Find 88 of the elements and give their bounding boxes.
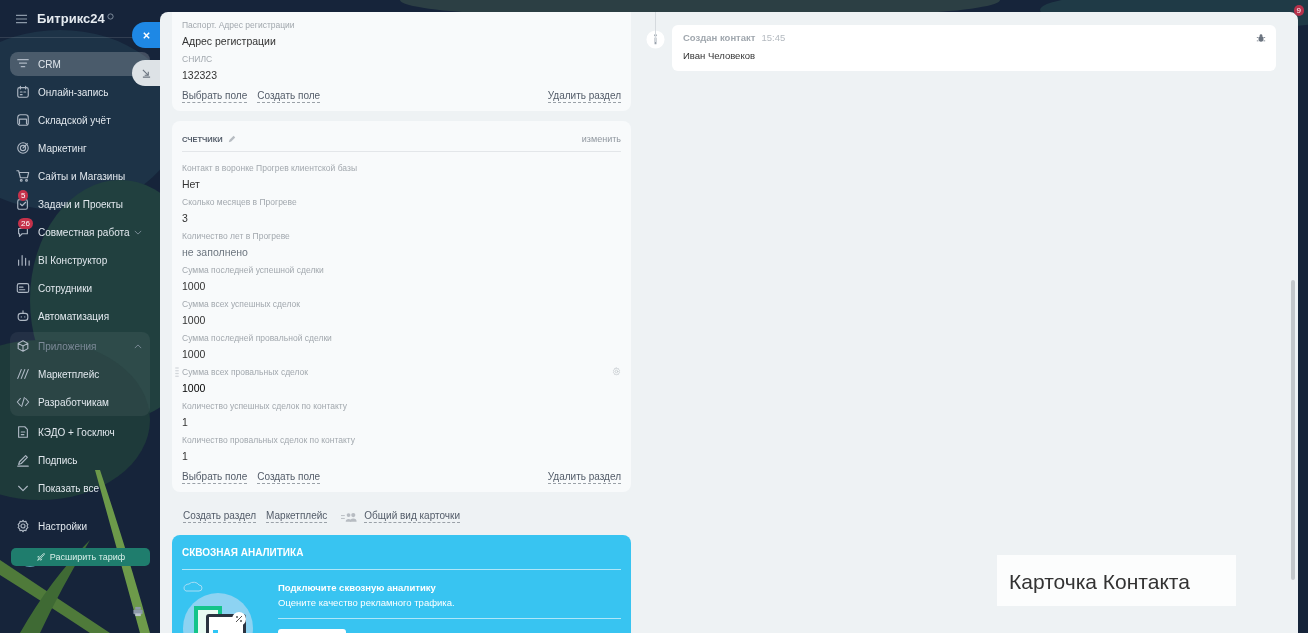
robot-icon (16, 309, 30, 323)
field-label: Паспорт. Адрес регистрации (182, 19, 295, 31)
link[interactable]: Выбрать поле (182, 89, 248, 103)
field-value: 132323 (182, 68, 219, 83)
link[interactable]: Создать раздел (183, 510, 257, 523)
field-value: Нет (182, 177, 201, 192)
field-label: Сколько месяцев в Прогреве (182, 196, 297, 208)
menu-item[interactable]: Подпись (10, 446, 150, 474)
field-value: не заполнено (182, 245, 249, 260)
banner-text: Оцените качество рекламного трафика. (278, 597, 456, 608)
event-time: 15:45 (761, 32, 786, 43)
menu-item[interactable]: Настройки (10, 512, 150, 540)
checkbox-icon (16, 197, 30, 211)
stripes-icon (16, 367, 30, 381)
people-icon (341, 511, 359, 522)
field-value: 1 (182, 415, 189, 430)
field-label: Сумма всех успешных сделок (182, 298, 301, 310)
chat-icon (16, 225, 30, 239)
field-value: 1000 (182, 381, 207, 396)
calendar-icon (16, 85, 30, 99)
field-value: 1000 (182, 279, 207, 294)
notification-badge: 5 (18, 190, 29, 201)
arrow-down-right-icon (141, 68, 151, 78)
code-icon (16, 395, 30, 409)
menu-item[interactable]: Сайты и Магазины (10, 162, 150, 190)
field-label: Количество лет в Прогреве (182, 230, 290, 242)
link[interactable]: Создать поле (257, 470, 321, 484)
menu-item[interactable]: CRM (10, 52, 150, 76)
minimize-button[interactable] (132, 60, 160, 86)
field-value: 3 (182, 211, 189, 226)
field-label: СНИЛС (182, 53, 213, 65)
close-icon (141, 30, 151, 40)
menu-item[interactable]: КЭДО + Госключ (10, 418, 150, 446)
link[interactable]: Маркетплейс (266, 510, 328, 523)
bar-chart-icon (16, 253, 30, 267)
document-icon (16, 425, 30, 439)
menu-item[interactable]: Показать все (10, 474, 150, 502)
event-title: Создан контакт (683, 32, 756, 43)
field-label: Сумма всех провальных сделок (182, 366, 309, 378)
menu-item[interactable]: 5 Задачи и Проекты (10, 190, 150, 218)
menu-item[interactable]: Сотрудники (10, 274, 150, 302)
menu-item[interactable]: BI Конструктор (10, 246, 150, 274)
logo[interactable]: Битрикс24 (37, 11, 105, 26)
id-card-icon (16, 281, 30, 295)
link[interactable]: Выбрать поле (182, 470, 248, 484)
info-icon (646, 30, 665, 49)
link[interactable]: Общий вид карточки (364, 510, 460, 523)
menu-item[interactable]: Автоматизация (10, 302, 150, 330)
target-icon (16, 141, 30, 155)
chevron-up-icon (134, 343, 142, 349)
upgrade-button[interactable]: Расширить тариф (11, 548, 150, 566)
menu-icon[interactable] (16, 13, 27, 24)
menu-item[interactable]: Складской учёт (10, 106, 150, 134)
menu-item[interactable]: Маркетинг (10, 134, 150, 162)
field-value: 1 (182, 449, 189, 464)
chevron-down-icon (134, 229, 142, 235)
caption: Карточка Контакта (997, 555, 1236, 606)
cube-icon (16, 339, 30, 353)
pen-icon (16, 453, 30, 467)
event-text: Иван Человеков (683, 50, 756, 61)
menu-item[interactable]: 26 Совместная работа (10, 218, 150, 246)
menu-item[interactable]: Разработчикам (10, 388, 150, 416)
link[interactable]: Удалить раздел (547, 470, 621, 484)
pencil-icon[interactable] (227, 135, 236, 143)
banner-title: СКВОЗНАЯ АНАЛИТИКА (182, 535, 621, 570)
field-value: 1000 (182, 347, 207, 362)
notification-badge: 9 (1293, 5, 1304, 16)
menu-item[interactable]: Маркетплейс (10, 360, 150, 388)
storage-icon (16, 113, 30, 127)
cart-icon (16, 169, 30, 183)
field-label: Количество провальных сделок по контакту (182, 434, 356, 446)
field-label: Контакт в воронке Прогрев клиентской базы (182, 162, 357, 174)
printer-icon (132, 606, 144, 617)
link[interactable]: Удалить раздел (547, 89, 621, 103)
settings-icon[interactable] (612, 367, 621, 376)
banner-heading: Подключите сквозную аналитику (278, 582, 437, 593)
scrollbar[interactable] (1291, 280, 1295, 580)
field-label: Сумма последней провальной сделки (182, 332, 332, 344)
close-button[interactable] (132, 22, 160, 48)
field-value: Адрес регистрации (182, 34, 277, 49)
field-label: Сумма последней успешной сделки (182, 264, 324, 276)
link[interactable]: Создать поле (257, 89, 321, 103)
field-value: 1000 (182, 313, 207, 328)
field-label: Количество успешных сделок по контакту (182, 400, 347, 412)
menu-item[interactable]: Онлайн-запись (10, 78, 150, 106)
bug-icon (1256, 32, 1266, 43)
settings-icon (16, 519, 30, 533)
notification-badge: 26 (18, 218, 33, 229)
